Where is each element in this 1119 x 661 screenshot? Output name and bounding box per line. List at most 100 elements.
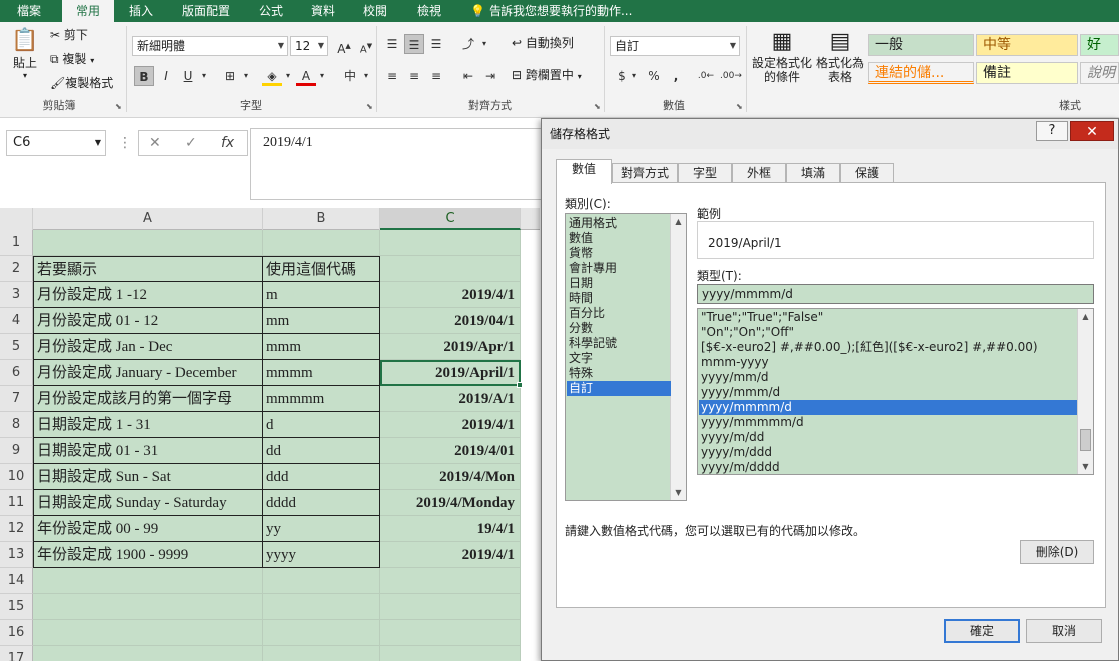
tab-font[interactable]: 字型 — [678, 163, 732, 183]
select-all-corner[interactable] — [0, 208, 33, 230]
cut-button[interactable]: ✂ 剪下 — [50, 26, 88, 46]
category-item[interactable]: 數值 — [567, 231, 671, 246]
format-code-list[interactable]: ▲ ▼ "True";"True";"False" "On";"On";"Off"… — [697, 308, 1094, 475]
cell-c14[interactable] — [380, 568, 521, 594]
underline-button[interactable]: U — [178, 66, 198, 86]
decrease-indent-icon[interactable]: ⇤ — [458, 66, 478, 86]
row-header[interactable]: 4 — [0, 308, 33, 334]
cell-b7[interactable]: mmmmm — [263, 386, 380, 412]
column-header-a[interactable]: A — [33, 208, 263, 230]
tab-page-layout[interactable]: 版面配置 — [170, 0, 242, 22]
cell-b14[interactable] — [263, 568, 380, 594]
row-header[interactable]: 3 — [0, 282, 33, 308]
cell-c6[interactable]: 2019/April/1 — [380, 360, 521, 386]
cell-b4[interactable]: mm — [263, 308, 380, 334]
align-center-icon[interactable]: ≡ — [404, 66, 424, 86]
font-name-select[interactable]: 新細明體 ▼ — [132, 36, 288, 56]
shrink-font-button[interactable]: A▼ — [356, 36, 376, 56]
number-format-select[interactable]: 自訂 ▼ — [610, 36, 740, 56]
row-header[interactable]: 7 — [0, 386, 33, 412]
row-header[interactable]: 17 — [0, 646, 33, 661]
category-item[interactable]: 分數 — [567, 321, 671, 336]
fill-handle[interactable] — [517, 382, 523, 388]
cell-c11[interactable]: 2019/4/Monday — [380, 490, 521, 516]
format-code-item[interactable]: "True";"True";"False" — [699, 310, 1077, 325]
cell-c8[interactable]: 2019/4/1 — [380, 412, 521, 438]
tab-home[interactable]: 常用 — [62, 0, 114, 22]
cell-a14[interactable] — [33, 568, 263, 594]
cell-c15[interactable] — [380, 594, 521, 620]
cell-c13[interactable]: 2019/4/1 — [380, 542, 521, 568]
cell-a6[interactable]: 月份設定成 January - December — [33, 360, 263, 386]
row-header[interactable]: 6 — [0, 360, 33, 386]
row-header[interactable]: 2 — [0, 256, 33, 282]
cell-a16[interactable] — [33, 620, 263, 646]
tab-formulas[interactable]: 公式 — [248, 0, 294, 22]
format-code-item[interactable]: yyyy/mmmm/d — [699, 400, 1077, 415]
cell-a7[interactable]: 月份設定成該月的第一個字母 — [33, 386, 263, 412]
category-item[interactable]: 自訂 — [567, 381, 671, 396]
cell-a5[interactable]: 月份設定成 Jan - Dec — [33, 334, 263, 360]
format-painter-button[interactable]: 🖌複製格式 — [50, 74, 113, 94]
cell-a12[interactable]: 年份設定成 00 - 99 — [33, 516, 263, 542]
increase-decimal-icon[interactable]: .0← — [696, 66, 716, 86]
category-item[interactable]: 會計專用 — [567, 261, 671, 276]
category-item[interactable]: 貨幣 — [567, 246, 671, 261]
row-header[interactable]: 13 — [0, 542, 33, 568]
chevron-down-icon[interactable]: ▾ — [316, 66, 328, 86]
format-code-item[interactable]: "On";"On";"Off" — [699, 325, 1077, 340]
align-right-icon[interactable]: ≡ — [426, 66, 446, 86]
tab-number[interactable]: 數值 — [556, 159, 612, 184]
cell-b1[interactable] — [263, 230, 380, 256]
row-header[interactable]: 5 — [0, 334, 33, 360]
cell-a13[interactable]: 年份設定成 1900 - 9999 — [33, 542, 263, 568]
style-note[interactable]: 備註 — [976, 62, 1078, 84]
percent-button[interactable]: % — [644, 66, 664, 86]
comma-button[interactable]: , — [666, 66, 686, 86]
scroll-up-icon[interactable]: ▲ — [1078, 309, 1093, 324]
conditional-format-button[interactable]: ▦ 設定格式化的條件 — [750, 28, 814, 96]
scroll-down-icon[interactable]: ▼ — [1078, 459, 1093, 474]
cell-c4[interactable]: 2019/04/1 — [380, 308, 521, 334]
category-item[interactable]: 科學記號 — [567, 336, 671, 351]
cell-a3[interactable]: 月份設定成 1 -12 — [33, 282, 263, 308]
delete-button[interactable]: 刪除(D) — [1020, 540, 1094, 564]
tab-insert[interactable]: 插入 — [118, 0, 164, 22]
tab-alignment[interactable]: 對齊方式 — [612, 163, 678, 183]
cell-c10[interactable]: 2019/4/Mon — [380, 464, 521, 490]
cell-a17[interactable] — [33, 646, 263, 661]
font-color-icon[interactable]: A — [296, 66, 316, 86]
category-scrollbar[interactable]: ▲ ▼ — [670, 214, 686, 500]
insert-function-icon[interactable]: fx — [221, 130, 234, 156]
dialog-launcher-icon[interactable]: ⬊ — [366, 102, 373, 111]
cell-b10[interactable]: ddd — [263, 464, 380, 490]
borders-icon[interactable]: ⊞ — [220, 66, 240, 86]
style-good[interactable]: 好 — [1080, 34, 1119, 56]
bold-button[interactable]: B — [134, 66, 154, 86]
cell-a15[interactable] — [33, 594, 263, 620]
category-item[interactable]: 時間 — [567, 291, 671, 306]
dialog-launcher-icon[interactable]: ⬊ — [594, 102, 601, 111]
cell-b15[interactable] — [263, 594, 380, 620]
tab-data[interactable]: 資料 — [300, 0, 346, 22]
cell-c9[interactable]: 2019/4/01 — [380, 438, 521, 464]
category-item[interactable]: 日期 — [567, 276, 671, 291]
cell-c3[interactable]: 2019/4/1 — [380, 282, 521, 308]
cell-b17[interactable] — [263, 646, 380, 661]
close-button[interactable]: ✕ — [1070, 121, 1114, 141]
enter-icon[interactable]: ✓ — [185, 130, 197, 156]
tab-file[interactable]: 檔案 — [0, 0, 58, 22]
style-explanatory[interactable]: 說明 — [1080, 62, 1119, 84]
fill-color-icon[interactable]: ◈ — [262, 66, 282, 86]
style-linked-cell[interactable]: 連結的儲... — [868, 62, 974, 84]
cell-b16[interactable] — [263, 620, 380, 646]
align-bottom-icon[interactable]: ☰ — [426, 34, 446, 54]
align-middle-icon[interactable]: ☰ — [404, 34, 424, 54]
cell-a9[interactable]: 日期設定成 01 - 31 — [33, 438, 263, 464]
align-top-icon[interactable]: ☰ — [382, 34, 402, 54]
orientation-icon[interactable]: ⤴ — [458, 34, 478, 54]
chevron-down-icon[interactable]: ▾ — [198, 66, 210, 86]
row-header[interactable]: 1 — [0, 230, 33, 256]
italic-button[interactable]: I — [156, 66, 176, 86]
format-list-scrollbar[interactable]: ▲ ▼ — [1077, 309, 1093, 474]
